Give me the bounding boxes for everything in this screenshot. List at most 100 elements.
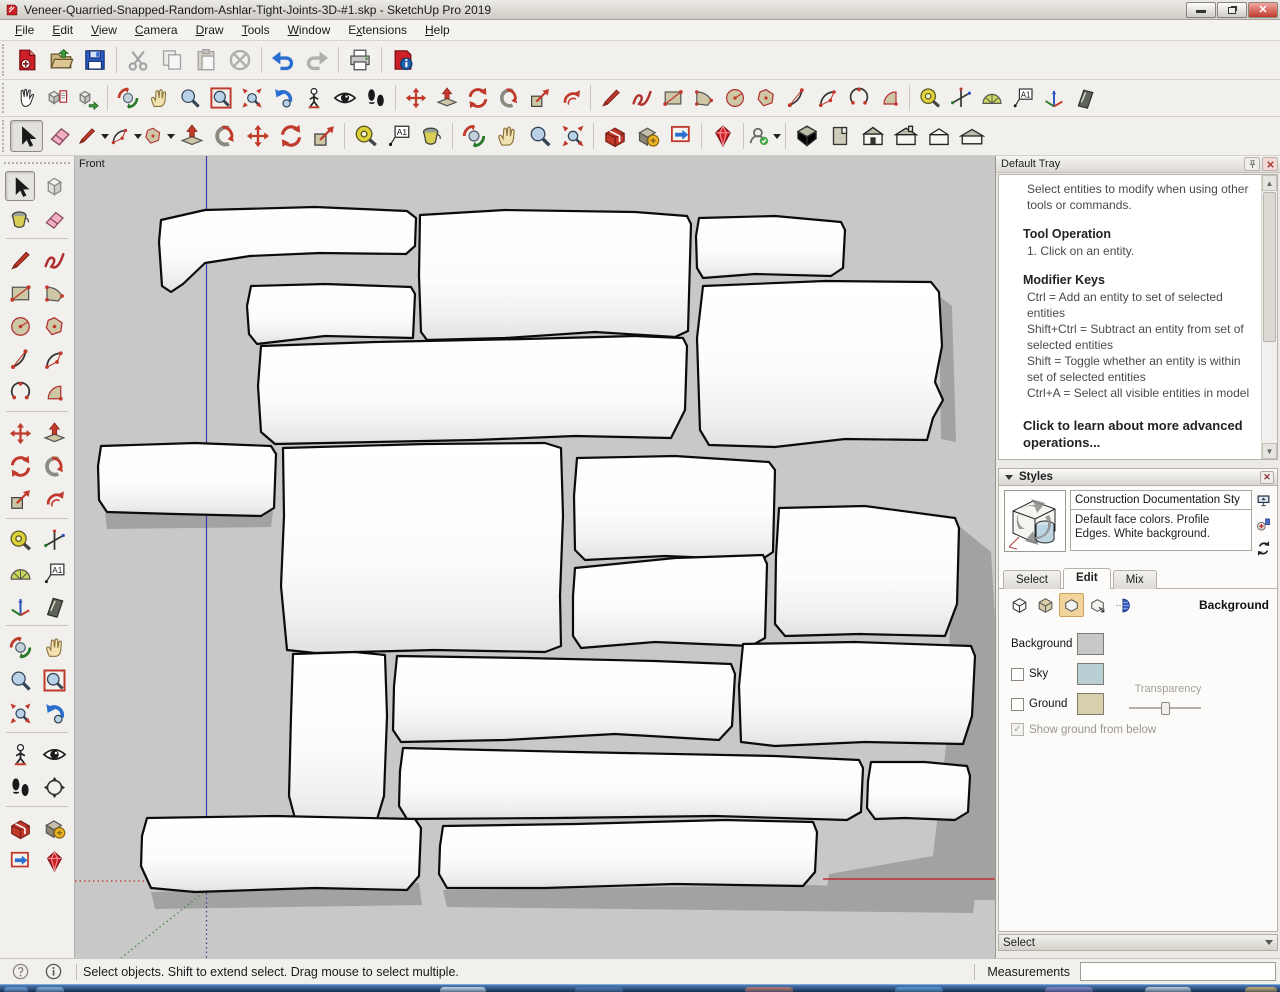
dropdown-arrow-icon[interactable] [167, 134, 175, 139]
minimize-button[interactable] [1186, 2, 1216, 18]
warehouse-3d-button[interactable] [5, 813, 35, 843]
tab-mix[interactable]: Mix [1113, 570, 1157, 589]
pan-button[interactable] [490, 120, 523, 152]
view-iso-button[interactable] [790, 120, 823, 152]
tape-measure-button[interactable] [349, 120, 382, 152]
pie-button[interactable] [39, 377, 69, 407]
look-around-button[interactable] [39, 739, 69, 769]
transparency-slider[interactable] [1129, 702, 1201, 714]
close-button[interactable]: ✕ [1248, 2, 1278, 18]
learn-more-link[interactable]: Click to learn about more advanced opera… [1023, 417, 1253, 451]
tape-measure-button[interactable] [5, 525, 35, 555]
arc-button[interactable] [109, 120, 142, 152]
text-button[interactable]: A1 [39, 558, 69, 588]
tray-footer-bar[interactable]: Select [998, 934, 1278, 951]
polygon-button[interactable] [39, 311, 69, 341]
taskbar-item[interactable] [1145, 987, 1191, 992]
show-ground-checkbox[interactable]: ✓ [1011, 723, 1024, 736]
circle-button[interactable] [719, 84, 750, 113]
face-settings-button[interactable] [1033, 593, 1058, 617]
select-button[interactable] [5, 171, 35, 201]
arc-3point-button[interactable] [5, 377, 35, 407]
scroll-down-arrow[interactable]: ▼ [1262, 443, 1277, 459]
zoom-button[interactable] [174, 84, 205, 113]
axes-button[interactable] [5, 591, 35, 621]
orbit-button[interactable] [5, 632, 35, 662]
move-button[interactable] [241, 120, 274, 152]
zoom-button[interactable] [523, 120, 556, 152]
taskbar-item[interactable] [895, 987, 943, 992]
previous-view-button[interactable] [39, 698, 69, 728]
view-front-button[interactable] [856, 120, 889, 152]
zoom-extents-button[interactable] [5, 698, 35, 728]
offset-button[interactable] [39, 484, 69, 514]
rotated-rectangle-button[interactable] [39, 278, 69, 308]
offset-button[interactable] [555, 84, 586, 113]
menu-edit[interactable]: Edit [43, 21, 82, 39]
rectangle-button[interactable] [5, 278, 35, 308]
background-settings-button[interactable] [1059, 593, 1084, 617]
orbit-button[interactable] [457, 120, 490, 152]
sign-in-button[interactable] [748, 120, 781, 152]
open-file-button[interactable] [44, 44, 78, 76]
redo-button[interactable] [300, 44, 334, 76]
zoom-window-button[interactable] [39, 665, 69, 695]
model-viewport[interactable]: Front [75, 156, 995, 958]
taskbar-item[interactable] [440, 987, 486, 992]
modeling-settings-button[interactable] [1111, 593, 1136, 617]
menu-file[interactable]: File [6, 21, 43, 39]
status-info-icon[interactable] [44, 962, 63, 981]
slider-thumb[interactable] [1161, 702, 1170, 715]
move-button[interactable] [400, 84, 431, 113]
section-plane-button[interactable] [39, 591, 69, 621]
orbit-button[interactable] [112, 84, 143, 113]
axes-button[interactable] [1038, 84, 1069, 113]
zoom-button[interactable] [5, 665, 35, 695]
sky-swatch[interactable] [1077, 663, 1104, 685]
section-plane-button[interactable] [1069, 84, 1100, 113]
new-file-button[interactable] [10, 44, 44, 76]
menu-camera[interactable]: Camera [126, 21, 187, 39]
model-canvas[interactable] [75, 156, 995, 958]
update-style-button[interactable] [1253, 539, 1273, 558]
share-component-button[interactable] [5, 846, 35, 876]
tab-select[interactable]: Select [1003, 570, 1061, 589]
rotated-rectangle-button[interactable] [688, 84, 719, 113]
toolbar-grip[interactable] [2, 120, 7, 152]
menu-draw[interactable]: Draw [187, 21, 233, 39]
share-model-button[interactable] [631, 120, 664, 152]
text-button[interactable]: A1 [1007, 84, 1038, 113]
pan-button[interactable] [39, 632, 69, 662]
toolbar-grip[interactable] [2, 44, 7, 76]
follow-me-button[interactable] [493, 84, 524, 113]
secondary-pane-button[interactable] [1253, 491, 1273, 510]
eraser-button[interactable] [43, 120, 76, 152]
dropdown-arrow-icon[interactable] [101, 134, 109, 139]
toolbar-grip[interactable] [4, 162, 70, 167]
paint-bucket-button[interactable] [5, 204, 35, 234]
zoom-extents-button[interactable] [556, 120, 589, 152]
tape-measure-button[interactable] [914, 84, 945, 113]
position-camera-button[interactable] [5, 739, 35, 769]
protractor-button[interactable] [976, 84, 1007, 113]
toolbar-grip[interactable] [2, 83, 7, 113]
ground-checkbox[interactable] [1011, 698, 1024, 711]
position-camera-button[interactable] [298, 84, 329, 113]
warehouse-3d-button[interactable] [598, 120, 631, 152]
print-button[interactable] [343, 44, 377, 76]
eraser-button[interactable] [39, 204, 69, 234]
pan-button[interactable] [143, 84, 174, 113]
paint-bucket-button[interactable] [415, 120, 448, 152]
undo-button[interactable] [266, 44, 300, 76]
share-component-button[interactable] [664, 120, 697, 152]
walk-button[interactable] [5, 772, 35, 802]
look-around-button[interactable] [329, 84, 360, 113]
menu-help[interactable]: Help [416, 21, 459, 39]
push-pull-button[interactable] [175, 120, 208, 152]
scale-button[interactable] [5, 484, 35, 514]
edge-settings-button[interactable] [1007, 593, 1032, 617]
menu-window[interactable]: Window [279, 21, 340, 39]
taskbar-item[interactable] [1245, 987, 1277, 992]
taskbar-item[interactable] [1045, 987, 1093, 992]
background-swatch[interactable] [1077, 633, 1104, 655]
